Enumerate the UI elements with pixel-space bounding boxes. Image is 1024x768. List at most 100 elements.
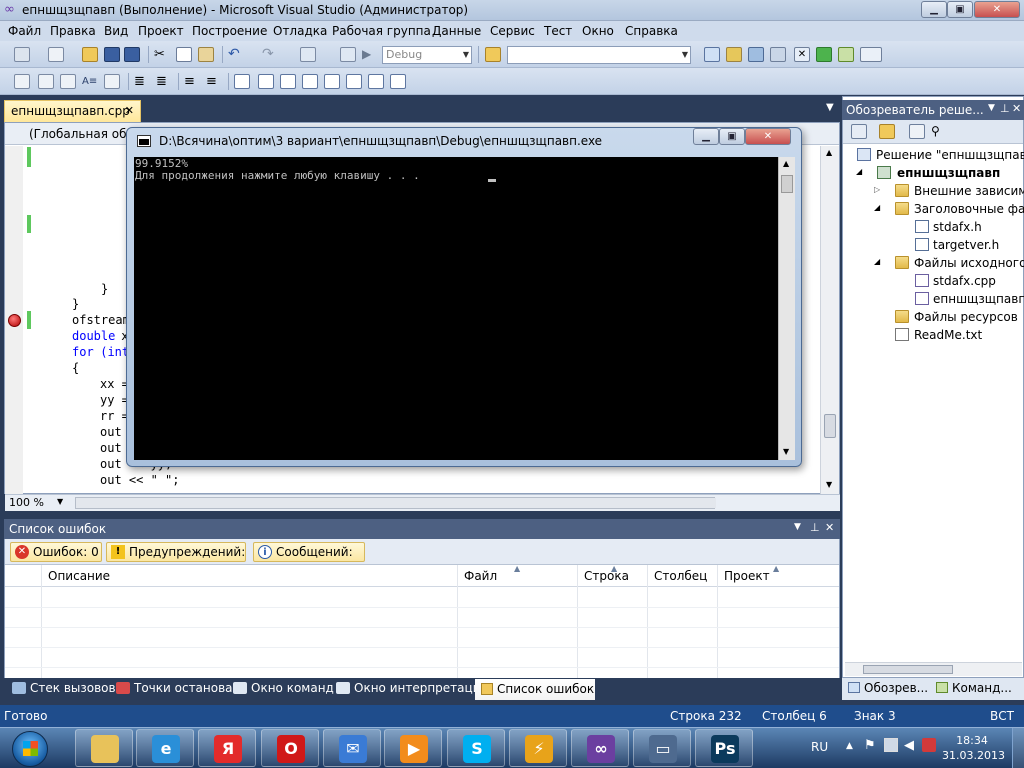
scrollbar-thumb[interactable] [781, 175, 793, 193]
find-combo[interactable]: ▼ [507, 46, 691, 64]
chevron-down-icon[interactable]: ▼ [57, 497, 63, 506]
tab-breakpoints[interactable]: Точки останова [116, 681, 233, 695]
column-column[interactable]: Столбец [654, 569, 707, 583]
language-indicator[interactable]: RU [811, 740, 828, 754]
show-hidden-icons-icon[interactable]: ▲ [846, 741, 853, 751]
scrollbar-thumb[interactable] [76, 498, 716, 508]
antivirus-tray-icon[interactable] [922, 738, 936, 752]
open-file-icon[interactable] [82, 47, 98, 62]
word-completion-icon[interactable] [104, 74, 120, 89]
menu-help[interactable]: Справка [625, 24, 678, 38]
editor-vertical-scrollbar[interactable]: ▲ ▼ [820, 146, 839, 494]
taskbar-app-button[interactable] [75, 729, 133, 767]
taskbar-app-button[interactable]: ∞ [571, 729, 629, 767]
solution-explorer-hscrollbar[interactable] [845, 662, 1022, 676]
next-bookmark-icon[interactable] [280, 74, 296, 89]
column-line[interactable]: Строка [584, 569, 629, 583]
member-list-icon[interactable] [38, 74, 54, 89]
clear-bookmarks-icon[interactable] [390, 74, 406, 89]
parameter-info-icon[interactable] [60, 74, 76, 89]
menu-view[interactable]: Вид [104, 24, 128, 38]
scrollbar-thumb[interactable] [824, 414, 836, 438]
tree-item-main-cpp[interactable]: епншщзщпавп [933, 291, 1024, 307]
add-item-icon[interactable] [48, 47, 64, 62]
solution-configuration-select[interactable]: Debug ▼ [382, 46, 472, 64]
object-browser-icon[interactable] [748, 47, 764, 62]
tree-item-solution[interactable]: Решение "епншщзщпавп [876, 147, 1024, 163]
previous-bookmark-document-icon[interactable] [346, 74, 362, 89]
action-center-flag-icon[interactable]: ⚑ [864, 738, 876, 753]
team-explorer-icon[interactable] [838, 47, 854, 62]
taskbar-app-button[interactable]: S [447, 729, 505, 767]
taskbar-app-button[interactable]: e [136, 729, 194, 767]
menu-build[interactable]: Построение [192, 24, 267, 38]
minimize-button[interactable]: ▁ [921, 1, 947, 18]
pin-icon[interactable]: ⊥ [810, 521, 820, 534]
taskbar-app-button[interactable]: ▶ [384, 729, 442, 767]
menu-project[interactable]: Проект [138, 24, 184, 38]
tree-item-external-deps[interactable]: Внешние зависимо [914, 183, 1024, 199]
console-close-button[interactable]: ✕ [745, 128, 791, 145]
pin-icon[interactable]: ⊥ [1000, 102, 1010, 115]
taskbar-app-button[interactable]: ⚡ [509, 729, 567, 767]
tree-item-stdafx-h[interactable]: stdafx.h [933, 219, 982, 235]
text-editor-icon[interactable] [14, 74, 30, 89]
document-tab-cpp[interactable]: епншщзщпавп.cpp ✕ [4, 100, 141, 122]
menu-edit[interactable]: Правка [50, 24, 96, 38]
column-description[interactable]: Описание [48, 569, 110, 583]
previous-bookmark-folder-icon[interactable] [302, 74, 318, 89]
scrollbar-thumb[interactable] [863, 665, 953, 674]
navigate-forward-icon[interactable] [340, 47, 356, 62]
menu-debug[interactable]: Отладка [273, 24, 327, 38]
console-scrollbar[interactable]: ▲ ▼ [778, 157, 795, 460]
messages-filter-button[interactable]: iСообщений: 0 [253, 542, 365, 577]
start-page-icon[interactable] [816, 47, 832, 62]
tree-item-project[interactable]: епншщзщпавп [897, 165, 1000, 181]
scroll-down-icon[interactable]: ▼ [783, 447, 789, 456]
redo-icon[interactable]: ↷ [262, 47, 278, 62]
scroll-up-icon[interactable]: ▲ [783, 159, 789, 168]
taskbar-app-button[interactable]: O [261, 729, 319, 767]
show-all-files-icon[interactable] [879, 124, 895, 139]
show-desktop-button[interactable] [1012, 728, 1024, 768]
properties-icon[interactable] [851, 124, 867, 139]
tree-item-readme[interactable]: ReadMe.txt [914, 327, 982, 343]
console-window[interactable]: D:\Всячина\оптим\3 вариант\епншщзщпавп\D… [126, 127, 802, 467]
new-project-icon[interactable] [14, 47, 30, 62]
menu-test[interactable]: Тест [544, 24, 572, 38]
maximize-button[interactable]: ▣ [947, 1, 973, 18]
close-button[interactable]: ✕ [974, 1, 1020, 18]
menu-team[interactable]: Рабочая группа [332, 24, 431, 38]
errors-filter-button[interactable]: ✕ Ошибок: 0 [10, 542, 102, 562]
panel-menu-chevron-icon[interactable]: ▼ [988, 103, 995, 113]
menu-tools[interactable]: Сервис [490, 24, 535, 38]
undo-icon[interactable]: ↶ [228, 47, 244, 62]
panel-menu-chevron-icon[interactable]: ▼ [794, 522, 801, 532]
scroll-down-icon[interactable]: ▼ [826, 480, 832, 489]
column-project[interactable]: Проект [724, 569, 770, 583]
console-output[interactable]: 99.9152% Для продолжения нажмите любую к… [134, 157, 778, 460]
quick-info-icon[interactable]: A≡ [82, 74, 98, 89]
toolbox-icon[interactable] [770, 47, 786, 62]
toggle-bookmark-icon[interactable] [234, 74, 250, 89]
view-class-diagram-icon[interactable]: ⚲ [931, 124, 947, 139]
solution-explorer-icon[interactable] [704, 47, 720, 62]
save-all-icon[interactable] [124, 47, 140, 62]
tree-item-source-files[interactable]: Файлы исходного к [914, 255, 1024, 271]
tab-team-explorer[interactable]: Команд... [936, 681, 1012, 695]
tab-error-list[interactable]: Список ошибок [475, 679, 595, 700]
next-bookmark-document-icon[interactable] [368, 74, 384, 89]
extension-manager-icon[interactable]: ✕ [794, 47, 810, 62]
taskbar-app-button[interactable]: Я [198, 729, 256, 767]
close-panel-icon[interactable]: ✕ [825, 521, 834, 534]
cut-icon[interactable]: ✂ [154, 47, 170, 62]
close-tab-icon[interactable]: ✕ [125, 104, 134, 117]
paste-icon[interactable] [198, 47, 214, 62]
zoom-select[interactable]: 100 % [9, 496, 44, 509]
indent-icon[interactable]: ≣ [156, 74, 172, 89]
expanded-arrow-icon[interactable]: ◢ [874, 257, 880, 266]
previous-bookmark-icon[interactable] [258, 74, 274, 89]
collapsed-arrow-icon[interactable]: ▷ [874, 185, 880, 194]
tab-dropdown-chevron-icon[interactable]: ▼ [826, 102, 834, 113]
taskbar-app-button[interactable]: ✉ [323, 729, 381, 767]
